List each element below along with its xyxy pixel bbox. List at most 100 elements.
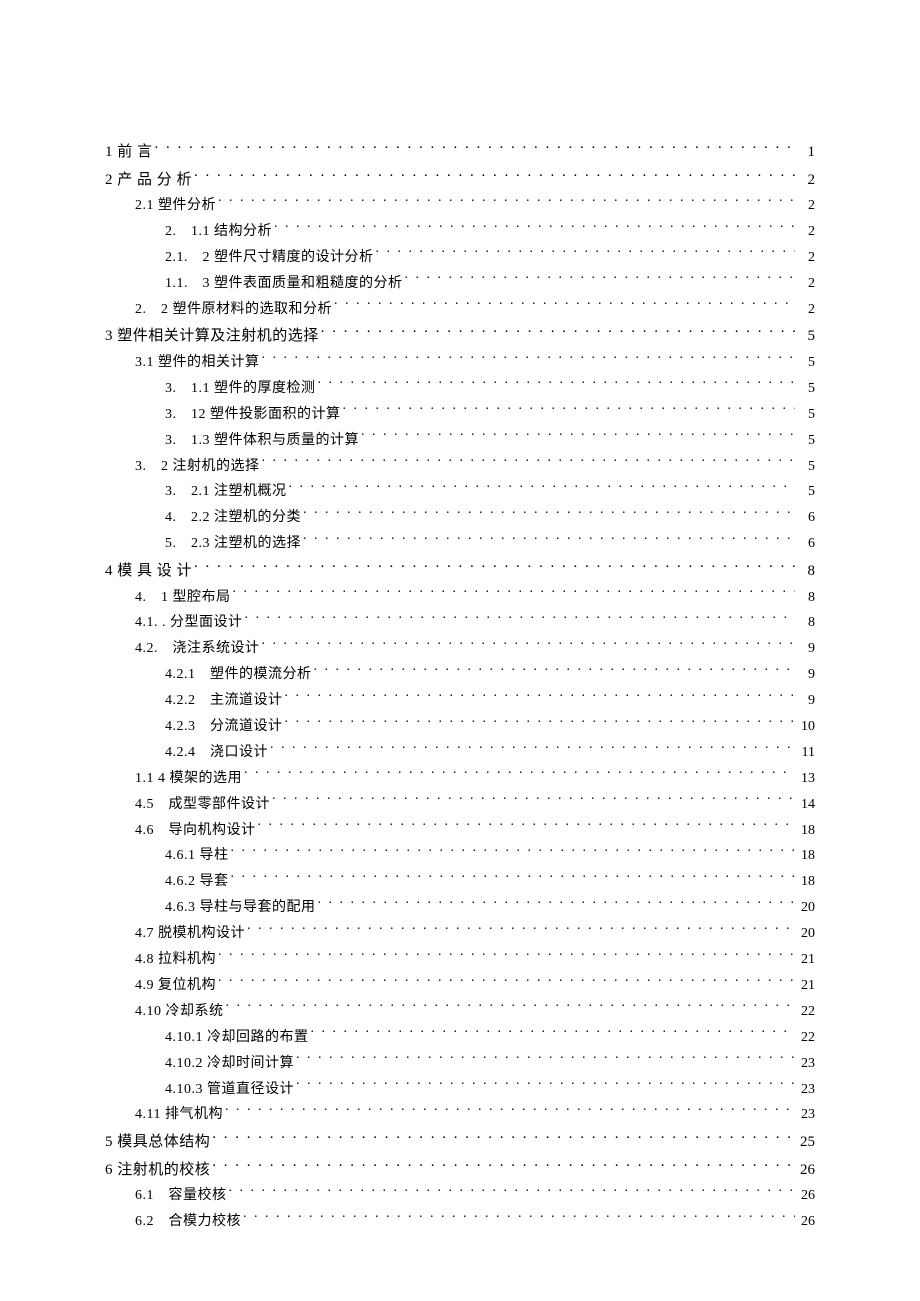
toc-dot-leader xyxy=(218,195,795,209)
toc-dot-leader xyxy=(155,141,795,156)
toc-dot-leader xyxy=(321,325,795,340)
toc-entry-label: 5. 2.3 注塑机的选择 xyxy=(165,533,301,555)
toc-dot-leader xyxy=(226,1001,796,1015)
toc-dot-leader xyxy=(318,378,796,392)
toc-entry-page: 13 xyxy=(797,768,815,790)
toc-entry-page: 18 xyxy=(797,820,815,842)
toc-dot-leader xyxy=(285,690,796,704)
toc-entry-label: 3.1 塑件的相关计算 xyxy=(135,352,260,374)
toc-entry: 3. 1.3 塑件体积与质量的计算 5 xyxy=(105,430,815,452)
toc-entry: 3. 2 注射机的选择5 xyxy=(105,456,815,478)
toc-entry-label: 4.10.1 冷却回路的布置 xyxy=(165,1027,309,1049)
toc-entry-page: 5 xyxy=(797,404,815,426)
toc-entry: 2. 1.1 结构分析2 xyxy=(105,221,815,243)
toc-dot-leader xyxy=(258,820,796,834)
toc-entry: 4.10.3 管道直径设计23 xyxy=(105,1079,815,1101)
toc-entry-page: 5 xyxy=(797,430,815,452)
toc-entry-label: 4.2.2 主流道设计 xyxy=(165,690,283,712)
toc-entry-page: 21 xyxy=(797,949,815,971)
toc-entry-label: 4. 1 型腔布局 xyxy=(135,587,231,609)
toc-entry-label: 4. 2.2 注塑机的分类 xyxy=(165,507,301,529)
toc-entry: 4.6.3 导柱与导套的配用20 xyxy=(105,897,815,919)
toc-dot-leader xyxy=(212,1159,795,1174)
toc-entry-page: 2 xyxy=(797,299,815,321)
toc-entry: 4.8 拉料机构 21 xyxy=(105,949,815,971)
toc-dot-leader xyxy=(274,221,795,235)
toc-entry: 4.10.1 冷却回路的布置22 xyxy=(105,1027,815,1049)
toc-entry: 4.2.2 主流道设计9 xyxy=(105,690,815,712)
toc-entry: 2 产 品 分 析2 xyxy=(105,168,815,192)
toc-entry-page: 20 xyxy=(797,897,815,919)
toc-entry-label: 2. 1.1 结构分析 xyxy=(165,221,272,243)
toc-entry: 4.5 成型零部件设计14 xyxy=(105,794,815,816)
toc-entry-page: 1 xyxy=(797,140,815,164)
toc-entry-label: 6.2 合模力校核 xyxy=(135,1211,241,1233)
toc-dot-leader xyxy=(231,871,796,885)
toc-dot-leader xyxy=(296,1053,795,1067)
toc-entry-label: 3. 12 塑件投影面积的计算 xyxy=(165,404,341,426)
toc-entry-label: 4.2.4 浇口设计 xyxy=(165,742,268,764)
toc-dot-leader xyxy=(245,612,796,626)
toc-entry: 4.2. 浇注系统设计 9 xyxy=(105,638,815,660)
toc-entry-page: 5 xyxy=(797,378,815,400)
toc-entry-page: 9 xyxy=(797,638,815,660)
toc-entry-page: 26 xyxy=(797,1211,815,1233)
toc-dot-leader xyxy=(272,794,795,808)
toc-dot-leader xyxy=(225,1104,795,1118)
toc-entry-label: 3. 2.1 注塑机概况 xyxy=(165,481,287,503)
toc-dot-leader xyxy=(229,1185,796,1199)
toc-entry-page: 21 xyxy=(797,975,815,997)
toc-entry-page: 8 xyxy=(797,612,815,634)
toc-dot-leader xyxy=(262,638,796,652)
toc-dot-leader xyxy=(231,845,796,859)
toc-entry-label: 3 塑件相关计算及注射机的选择 xyxy=(105,324,319,348)
toc-entry: 4.7 脱模机构设计20 xyxy=(105,923,815,945)
toc-entry-label: 2. 2 塑件原材料的选取和分析 xyxy=(135,299,332,321)
toc-entry-label: 5 模具总体结构 xyxy=(105,1130,210,1154)
toc-entry-label: 4.2.1 塑件的模流分析 xyxy=(165,664,312,686)
toc-entry: 4.6.1 导柱18 xyxy=(105,845,815,867)
toc-entry-label: 4.8 拉料机构 xyxy=(135,949,216,971)
toc-dot-leader xyxy=(334,299,795,313)
toc-entry-page: 8 xyxy=(797,559,815,583)
toc-entry-label: 4.2. 浇注系统设计 xyxy=(135,638,260,660)
toc-entry-label: 3. 1.3 塑件体积与质量的计算 xyxy=(165,430,359,452)
toc-entry: 6.2 合模力校核 26 xyxy=(105,1211,815,1233)
toc-entry-page: 9 xyxy=(797,664,815,686)
toc-dot-leader xyxy=(289,481,796,495)
toc-entry-label: 2.1. 2 塑件尺寸精度的设计分析 xyxy=(165,247,374,269)
toc-entry-label: 4 模 具 设 计 xyxy=(105,559,192,583)
toc-entry: 4 模 具 设 计 8 xyxy=(105,559,815,583)
toc-entry: 4.2.1 塑件的模流分析 9 xyxy=(105,664,815,686)
toc-dot-leader xyxy=(343,404,796,418)
toc-entry-page: 2 xyxy=(797,168,815,192)
toc-entry-page: 22 xyxy=(797,1001,815,1023)
toc-dot-leader xyxy=(233,587,796,601)
toc-entry: 5. 2.3 注塑机的选择6 xyxy=(105,533,815,555)
toc-entry-page: 10 xyxy=(797,716,815,738)
toc-entry: 1.1 4 模架的选用13 xyxy=(105,768,815,790)
toc-entry: 6 注射机的校核26 xyxy=(105,1158,815,1182)
toc-entry-label: 4.10.3 管道直径设计 xyxy=(165,1079,294,1101)
toc-entry: 3 塑件相关计算及注射机的选择5 xyxy=(105,324,815,348)
toc-entry-label: 4.9 复位机构 xyxy=(135,975,216,997)
toc-entry-page: 26 xyxy=(797,1185,815,1207)
toc-entry: 3. 12 塑件投影面积的计算 5 xyxy=(105,404,815,426)
toc-entry: 3.1 塑件的相关计算5 xyxy=(105,352,815,374)
toc-entry-page: 5 xyxy=(797,481,815,503)
toc-dot-leader xyxy=(194,169,795,184)
toc-entry-label: 4.1. . 分型面设计 xyxy=(135,612,243,634)
toc-entry: 4.10.2 冷却时间计算23 xyxy=(105,1053,815,1075)
toc-dot-leader xyxy=(212,1131,795,1146)
toc-entry: 4. 1 型腔布局8 xyxy=(105,587,815,609)
toc-dot-leader xyxy=(405,273,796,287)
toc-entry: 3. 2.1 注塑机概况 5 xyxy=(105,481,815,503)
toc-entry-label: 1.1. 3 塑件表面质量和粗糙度的分析 xyxy=(165,273,403,295)
toc-entry-label: 4.6.2 导套 xyxy=(165,871,229,893)
toc-dot-leader xyxy=(270,742,795,756)
toc-entry-label: 4.6.1 导柱 xyxy=(165,845,229,867)
toc-dot-leader xyxy=(218,949,795,963)
toc-entry-page: 23 xyxy=(797,1053,815,1075)
toc-entry: 3. 1.1 塑件的厚度检测5 xyxy=(105,378,815,400)
toc-entry-label: 1 前 言 xyxy=(105,140,153,164)
